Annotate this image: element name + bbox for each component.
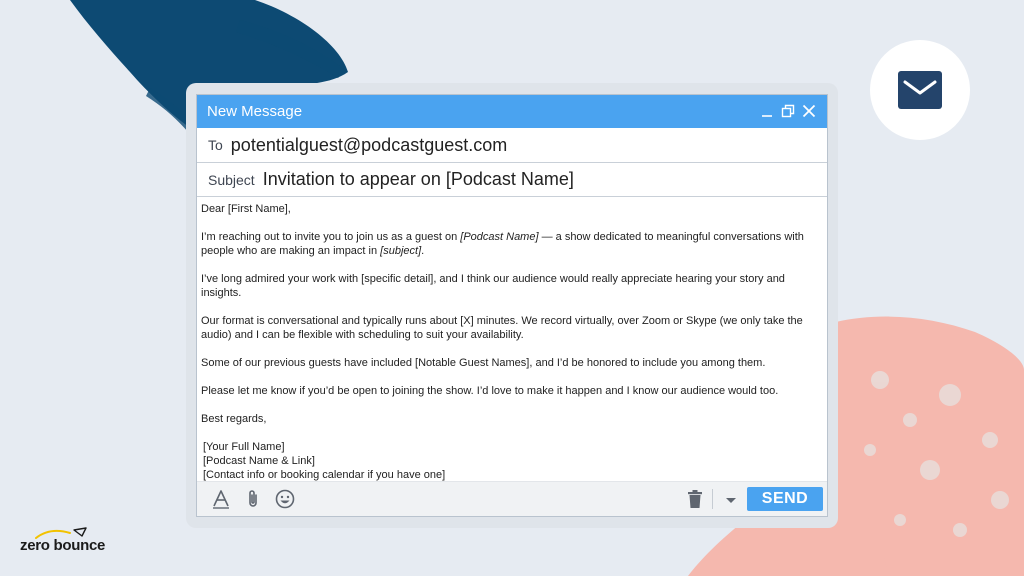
- subject-value[interactable]: Invitation to appear on [Podcast Name]: [263, 169, 574, 190]
- zerobounce-logo: zero bounce: [20, 527, 120, 557]
- minimize-icon[interactable]: [759, 103, 775, 119]
- emoji-icon[interactable]: [275, 489, 295, 509]
- greeting: Dear [First Name],: [201, 203, 291, 215]
- invite-text-1: I’m reaching out to invite you to join u…: [201, 231, 461, 243]
- mail-badge: [870, 40, 970, 140]
- paragraph-format: Our format is conversational and typical…: [201, 315, 803, 341]
- send-button[interactable]: SEND: [747, 487, 823, 511]
- restore-icon[interactable]: [780, 103, 796, 119]
- closing: Best regards,: [201, 413, 267, 425]
- to-value[interactable]: potentialguest@podcastguest.com: [231, 135, 507, 156]
- subject-label: Subject: [208, 171, 255, 188]
- toolbar-divider: [712, 489, 713, 509]
- subject-field[interactable]: Subject Invitation to appear on [Podcast…: [197, 163, 827, 197]
- paragraph-request: Please let me know if you’d be open to j…: [201, 385, 779, 397]
- text-format-icon[interactable]: [211, 489, 231, 509]
- attach-icon[interactable]: [243, 489, 263, 509]
- trash-icon[interactable]: [685, 489, 705, 509]
- close-icon[interactable]: [801, 103, 817, 119]
- compose-toolbar: SEND: [197, 481, 827, 516]
- paragraph-admire: I’ve long admired your work with [specif…: [201, 273, 785, 299]
- invite-text-3: .: [421, 245, 425, 257]
- window-title: New Message: [207, 103, 303, 120]
- signature-podcast: [Podcast Name & Link]: [203, 455, 315, 467]
- paragraph-invite: I’m reaching out to invite you to join u…: [201, 230, 817, 258]
- podcast-name-placeholder: [Podcast Name]: [460, 231, 539, 243]
- paragraph-guests: Some of our previous guests have include…: [201, 357, 766, 369]
- to-label: To: [208, 137, 223, 153]
- subject-placeholder: [subject]: [380, 245, 422, 257]
- to-field[interactable]: To potentialguest@podcastguest.com: [197, 128, 827, 163]
- envelope-icon: [898, 71, 942, 109]
- compose-window: New Message To potentialguest@podcastgue…: [196, 94, 828, 517]
- title-bar: New Message: [197, 95, 827, 128]
- message-body[interactable]: Dear [First Name], I’m reaching out to i…: [201, 202, 817, 482]
- dropdown-icon[interactable]: [721, 489, 741, 509]
- logo-text: zero bounce: [20, 537, 106, 554]
- signature-contact: [Contact info or booking calendar if you…: [203, 469, 446, 481]
- signature-name: [Your Full Name]: [203, 441, 285, 453]
